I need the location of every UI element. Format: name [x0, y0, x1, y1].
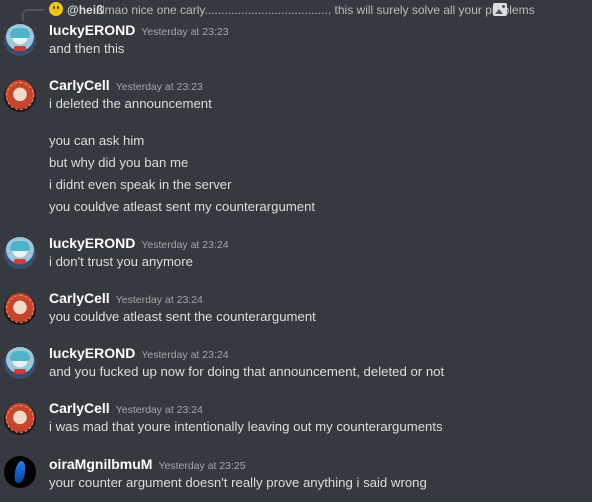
timestamp: Yesterday at 23:25 [158, 460, 246, 472]
message-text: i deleted the announcement [49, 96, 212, 111]
avatar[interactable] [4, 293, 36, 325]
timestamp: Yesterday at 23:24 [141, 239, 229, 251]
message-text: i didnt even speak in the server [49, 177, 232, 192]
timestamp: Yesterday at 23:24 [141, 349, 229, 361]
timestamp: Yesterday at 23:24 [115, 404, 203, 416]
reply-spine [22, 9, 44, 21]
timestamp: Yesterday at 23:23 [115, 81, 203, 93]
username[interactable]: oiraMgnilbmuM [49, 456, 152, 472]
username[interactable]: luckyEROND [49, 22, 135, 38]
avatar[interactable] [4, 24, 36, 56]
username[interactable]: CarlyCell [49, 77, 110, 93]
message-text: and then this [49, 41, 125, 56]
smiley-icon [49, 2, 63, 16]
message-text: and you fucked up now for doing that ann… [49, 364, 445, 379]
username[interactable]: luckyEROND [49, 345, 135, 361]
username[interactable]: CarlyCell [49, 290, 110, 306]
chat-messages: @heiß lmao nice one carly...............… [0, 0, 592, 502]
timestamp: Yesterday at 23:23 [141, 26, 229, 38]
avatar[interactable] [4, 80, 36, 112]
message-text: your counter argument doesn't really pro… [49, 475, 427, 490]
message-text: you couldve atleast sent the counterargu… [49, 309, 316, 324]
message-text: you can ask him [49, 133, 145, 148]
avatar[interactable] [4, 403, 36, 435]
message-text: i don't trust you anymore [49, 254, 193, 269]
message-text: but why did you ban me [49, 155, 189, 170]
timestamp: Yesterday at 23:24 [115, 294, 203, 306]
message-text: you couldve atleast sent my counterargum… [49, 199, 316, 214]
message-text: i was mad that youre intentionally leavi… [49, 419, 443, 434]
reply-text[interactable]: lmao nice one carly.....................… [102, 3, 535, 17]
reply-preview[interactable]: @heiß lmao nice one carly...............… [0, 0, 592, 21]
avatar[interactable] [4, 237, 36, 269]
username[interactable]: CarlyCell [49, 400, 110, 416]
username[interactable]: luckyEROND [49, 235, 135, 251]
reply-author[interactable]: @heiß [67, 3, 103, 17]
avatar[interactable] [4, 347, 36, 379]
avatar[interactable] [4, 456, 36, 488]
image-icon [493, 3, 507, 16]
